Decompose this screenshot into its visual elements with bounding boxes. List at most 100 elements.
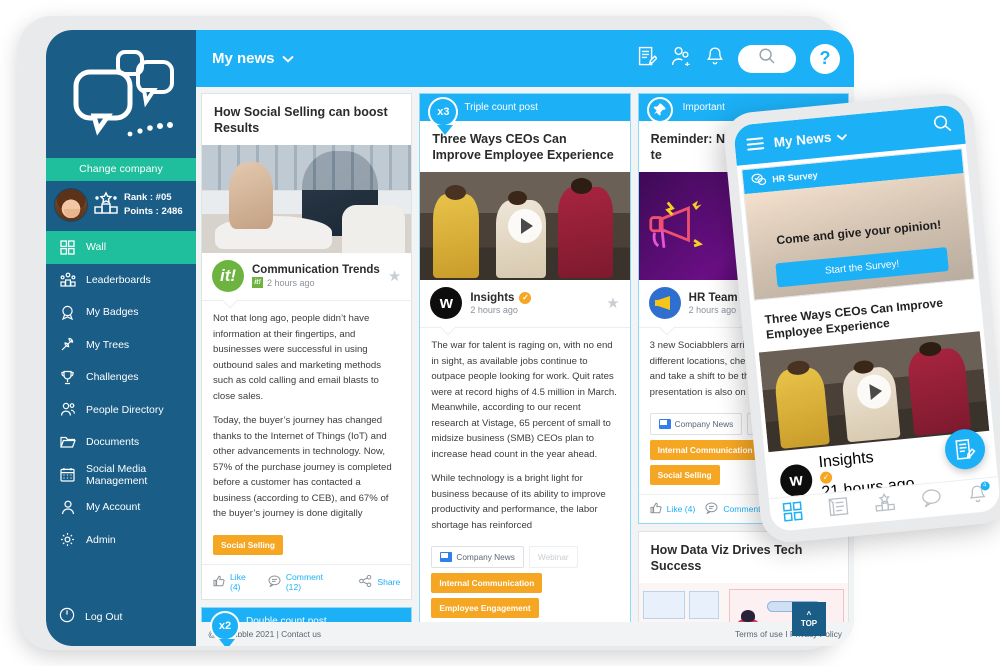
post-video-thumbnail[interactable] <box>420 172 630 280</box>
podium-icon <box>93 190 119 220</box>
add-user-icon[interactable] <box>671 46 692 71</box>
tag-chip[interactable]: Employee Engagement <box>431 598 539 619</box>
post-card-social-selling[interactable]: How Social Selling can boost Results it!… <box>201 93 413 600</box>
chevron-down-icon <box>281 50 294 67</box>
play-icon[interactable] <box>507 209 542 243</box>
avatar <box>648 287 681 319</box>
author-name-row: Insights ✓ <box>470 291 598 304</box>
person-shape <box>432 193 479 278</box>
list-icon[interactable] <box>828 497 849 522</box>
sidebar-item-leaderboards[interactable]: Leaderboards <box>46 264 196 297</box>
channel-chip-company-news[interactable]: Company News <box>431 546 524 569</box>
megaphone-icon <box>649 200 703 248</box>
chart-thumb <box>688 591 719 620</box>
post-card-three-ways-ceos[interactable]: x3 Triple count post Three Ways CEOs Can… <box>419 93 631 646</box>
pin-icon <box>646 97 673 123</box>
tag-chip[interactable]: Internal Communication <box>649 440 761 461</box>
favorite-star-icon[interactable]: ★ <box>606 294 619 312</box>
post-body: The war for talent is raging on, with no… <box>420 328 629 544</box>
sidebar-item-documents[interactable]: Documents <box>46 426 196 459</box>
survey-label: HR Survey <box>771 170 819 185</box>
chat-icon[interactable] <box>920 488 942 513</box>
post-author-row: it! Communication Trends it! 2 hours ago… <box>202 253 412 301</box>
window-backdrop <box>202 145 412 191</box>
tablet-device-frame: Change company Rank : #05 Points : 2486 <box>18 16 854 650</box>
sidebar-item-label: Social Media Management <box>86 462 148 487</box>
hamburger-icon[interactable] <box>746 134 765 154</box>
post-timestamp: it! 2 hours ago <box>252 277 380 288</box>
channel-chip-webinar[interactable]: Webinar <box>528 546 578 569</box>
like-button[interactable]: Like (4) <box>650 502 695 516</box>
post-body: Not that long ago, people didn’t have in… <box>202 301 411 533</box>
author-names: Insights ✓ 2 hours ago <box>470 291 598 315</box>
compose-icon[interactable] <box>638 46 658 72</box>
search-icon[interactable] <box>932 113 953 139</box>
survey-image: Come and give your opinion! Start the Su… <box>744 173 974 300</box>
sidebar-item-my-account[interactable]: My Account <box>46 491 196 524</box>
post-timestamp: 2 hours ago <box>470 304 518 315</box>
profile-summary[interactable]: Rank : #05 Points : 2486 <box>46 181 196 229</box>
post-title: How Social Selling can boost Results <box>214 105 388 135</box>
bell-icon[interactable]: 4 <box>967 480 990 509</box>
badge-icon <box>59 304 76 321</box>
post-author-row: w Insights ✓ 2 hours ago ★ <box>420 280 630 328</box>
sidebar-item-people-directory[interactable]: People Directory <box>46 394 196 427</box>
like-button[interactable]: Like (4) <box>213 572 258 592</box>
search-button[interactable] <box>738 44 796 73</box>
channel-chip-company-news[interactable]: Company News <box>649 413 743 436</box>
multiplier-badge: x2 <box>210 610 240 646</box>
post-paragraph: Not that long ago, people didn’t have in… <box>213 313 381 402</box>
change-company-button[interactable]: Change company <box>46 158 196 181</box>
comment-button[interactable]: Comment (12) <box>268 572 340 592</box>
tag-chip[interactable]: Social Selling <box>649 465 720 486</box>
person-shape <box>558 187 613 278</box>
megaphone-icon <box>654 296 670 310</box>
sidebar-item-label: Admin <box>86 533 116 546</box>
avatar: it! <box>212 260 244 292</box>
phone-screen: My News HR Survey 20 Pts Come and give y… <box>732 103 1000 533</box>
bell-icon[interactable] <box>706 46 724 71</box>
channel-icon <box>658 419 671 430</box>
favorite-star-icon[interactable]: ★ <box>388 267 401 285</box>
chevron-up-icon: ^ <box>806 610 812 619</box>
tag-chip[interactable]: Social Selling <box>213 534 283 555</box>
search-icon <box>758 47 776 70</box>
avatar <box>54 188 88 222</box>
sidebar-item-my-badges[interactable]: My Badges <box>46 296 196 329</box>
person-head <box>571 178 592 194</box>
author-name: Insights <box>470 291 515 304</box>
phone-news-selector[interactable]: My News <box>773 128 848 150</box>
sidebar-item-admin[interactable]: Admin <box>46 524 196 557</box>
sidebar: Change company Rank : #05 Points : 2486 <box>46 30 196 646</box>
sidebar-item-label: My Account <box>86 501 141 514</box>
avatar: w <box>430 287 463 319</box>
chart-thumb <box>642 591 685 620</box>
sidebar-item-my-trees[interactable]: My Trees <box>46 329 196 362</box>
podium-icon[interactable] <box>874 492 896 517</box>
back-to-top-button[interactable]: ^ TOP <box>792 602 826 636</box>
sidebar-item-wall[interactable]: Wall <box>46 231 196 264</box>
sidebar-item-challenges[interactable]: Challenges <box>46 361 196 394</box>
help-button[interactable]: ? <box>810 43 840 74</box>
profile-points: Points : 2486 <box>124 206 183 217</box>
logout-label: Log Out <box>85 610 123 623</box>
news-feed-selector[interactable]: My news <box>212 50 294 67</box>
post-tags: Company News Webinar Internal Communicat… <box>420 544 629 627</box>
gear-icon <box>59 531 76 548</box>
start-survey-button[interactable]: Start the Survey! <box>775 247 949 288</box>
phone-device-frame: My News HR Survey 20 Pts Come and give y… <box>721 91 1000 545</box>
author-name: HR Team <box>688 291 738 304</box>
grid-icon[interactable] <box>782 500 804 527</box>
wall-column-1: How Social Selling can boost Results it!… <box>201 93 413 646</box>
sociabble-speech-bubbles-logo <box>46 30 196 158</box>
share-icon <box>359 574 372 589</box>
logout-button[interactable]: Log Out <box>46 607 196 626</box>
share-button[interactable]: Share <box>359 574 400 589</box>
tag-chip[interactable]: Internal Communication <box>431 573 543 594</box>
notification-badge: 4 <box>979 480 990 491</box>
sidebar-item-label: Challenges <box>86 371 139 384</box>
sidebar-item-social-media-management[interactable]: Social Media Management <box>46 459 196 492</box>
post-paragraph: The war for talent is raging on, with no… <box>431 340 617 460</box>
survey-card[interactable]: HR Survey 20 Pts Come and give your opin… <box>741 148 975 301</box>
sidebar-item-label: Wall <box>86 241 107 254</box>
